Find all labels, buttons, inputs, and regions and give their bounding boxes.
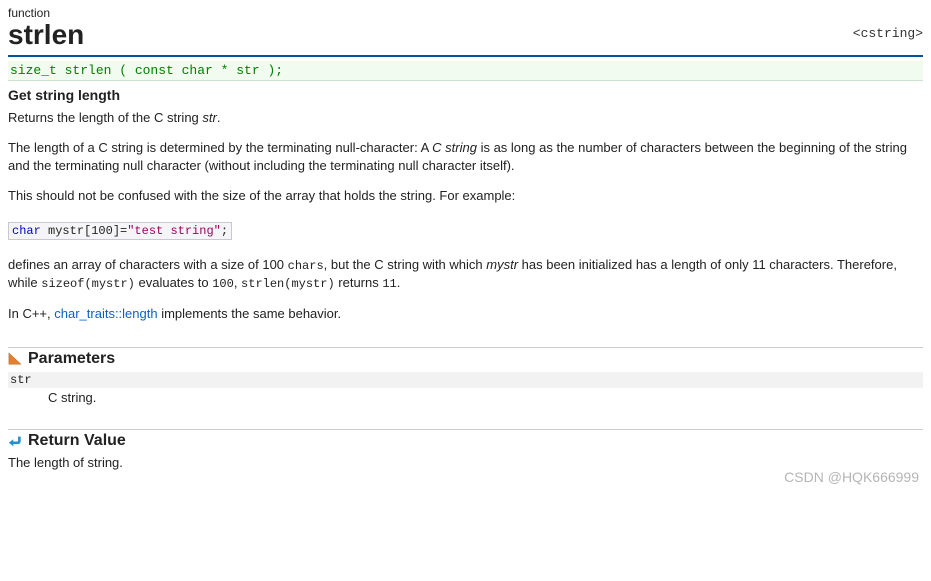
return-arrow-icon [8,434,22,448]
section-title: Return Value [28,432,126,450]
section-title: Parameters [28,350,115,368]
term: mystr [486,257,518,272]
mono: chars [288,259,324,273]
mono: 100 [212,277,234,291]
doc-kind: function [8,6,923,20]
desc-para-5: In C++, char_traits::length implements t… [8,305,923,323]
text: Returns the length of the C string [8,110,202,125]
param-desc: C string. [48,390,923,405]
text: The length of a C string is determined b… [8,140,432,155]
text: returns [335,275,383,290]
text: , but the C string with which [324,257,487,272]
triangle-icon [8,352,22,366]
param-name: str [8,372,923,388]
text: defines an array of characters with a si… [8,257,288,272]
section-parameters: Parameters [8,350,923,368]
text: In C++, [8,306,54,321]
section-return-value: Return Value [8,432,923,450]
watermark: CSDN @HQK666999 [784,469,919,485]
code-decl: mystr[100]= [41,224,127,238]
code-tail: ; [221,224,228,238]
link-char-traits-length[interactable]: char_traits::length [54,306,157,321]
desc-para-3: This should not be confused with the siz… [8,187,923,205]
code-string: "test string" [127,224,221,238]
desc-para-4: defines an array of characters with a si… [8,256,923,294]
text: implements the same behavior. [158,306,342,321]
param-ref: str [202,110,216,125]
desc-para-2: The length of a C string is determined b… [8,139,923,175]
text: , [234,275,241,290]
desc-para-1: Returns the length of the C string str. [8,109,923,127]
code-keyword: char [12,224,41,238]
section-rule [8,347,923,348]
code-example: char mystr[100]="test string"; [8,222,232,240]
term: C string [432,140,477,155]
mono: strlen(mystr) [241,277,335,291]
function-signature: size_t strlen ( const char * str ); [8,61,923,81]
section-rule [8,429,923,430]
subtitle: Get string length [8,87,923,103]
title-rule [8,55,923,57]
mono: sizeof(mystr) [41,277,135,291]
text: evaluates to [135,275,212,290]
text: . [217,110,221,125]
header-include: <cstring> [853,26,923,41]
mono: 11 [382,277,396,291]
text: . [397,275,401,290]
page-title: strlen [8,20,923,51]
